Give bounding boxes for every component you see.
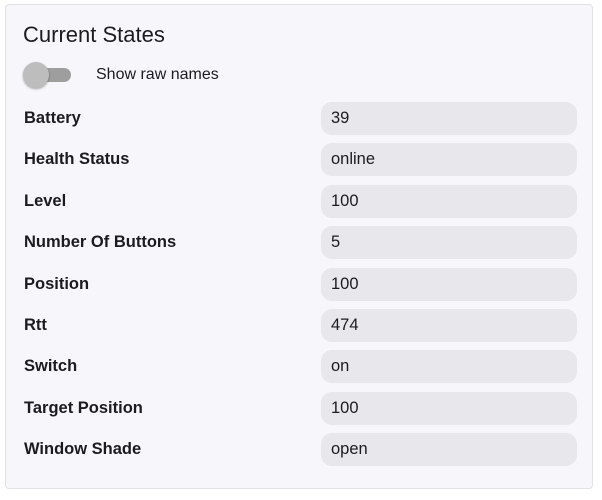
- state-row-level: Level 100: [23, 184, 581, 226]
- state-name: Health Status: [24, 150, 130, 169]
- state-name: Battery: [24, 109, 81, 127]
- state-name: Switch: [24, 357, 78, 376]
- state-value: 474: [321, 308, 577, 342]
- state-name: Level: [24, 191, 67, 210]
- show-raw-names-label: Show raw names: [96, 66, 219, 83]
- show-raw-names-toggle[interactable]: [23, 61, 73, 89]
- state-row-number-of-buttons: Number Of Buttons 5: [23, 226, 581, 267]
- state-value: 100: [321, 184, 577, 218]
- state-value: 5: [321, 226, 577, 260]
- current-states-card: Current States Show raw names Battery 39…: [5, 4, 593, 489]
- state-value: 39: [321, 102, 577, 135]
- toggle-thumb: [23, 62, 49, 88]
- state-name: Number Of Buttons: [24, 233, 177, 252]
- state-name: Window Shade: [24, 440, 142, 459]
- state-name: Target Position: [24, 398, 143, 417]
- state-name: Rtt: [24, 315, 47, 334]
- state-value: open: [321, 433, 577, 467]
- state-value: online: [321, 143, 577, 177]
- state-value: 100: [321, 267, 577, 301]
- state-row-battery: Battery 39: [23, 102, 581, 143]
- state-name: Position: [24, 274, 90, 293]
- state-value: on: [321, 350, 577, 384]
- state-row-position: Position 100: [23, 267, 581, 309]
- states-list: Battery 39 Health Status online Level 10…: [23, 102, 581, 475]
- state-row-target-position: Target Position 100: [23, 391, 581, 433]
- state-row-health-status: Health Status online: [23, 143, 581, 184]
- panel-title: Current States: [23, 22, 165, 47]
- state-row-rtt: Rtt 474: [23, 308, 581, 350]
- raw-names-toggle-row: Show raw names: [23, 61, 219, 89]
- state-value: 100: [321, 391, 577, 425]
- state-row-switch: Switch on: [23, 350, 581, 391]
- state-row-window-shade: Window Shade open: [23, 433, 581, 474]
